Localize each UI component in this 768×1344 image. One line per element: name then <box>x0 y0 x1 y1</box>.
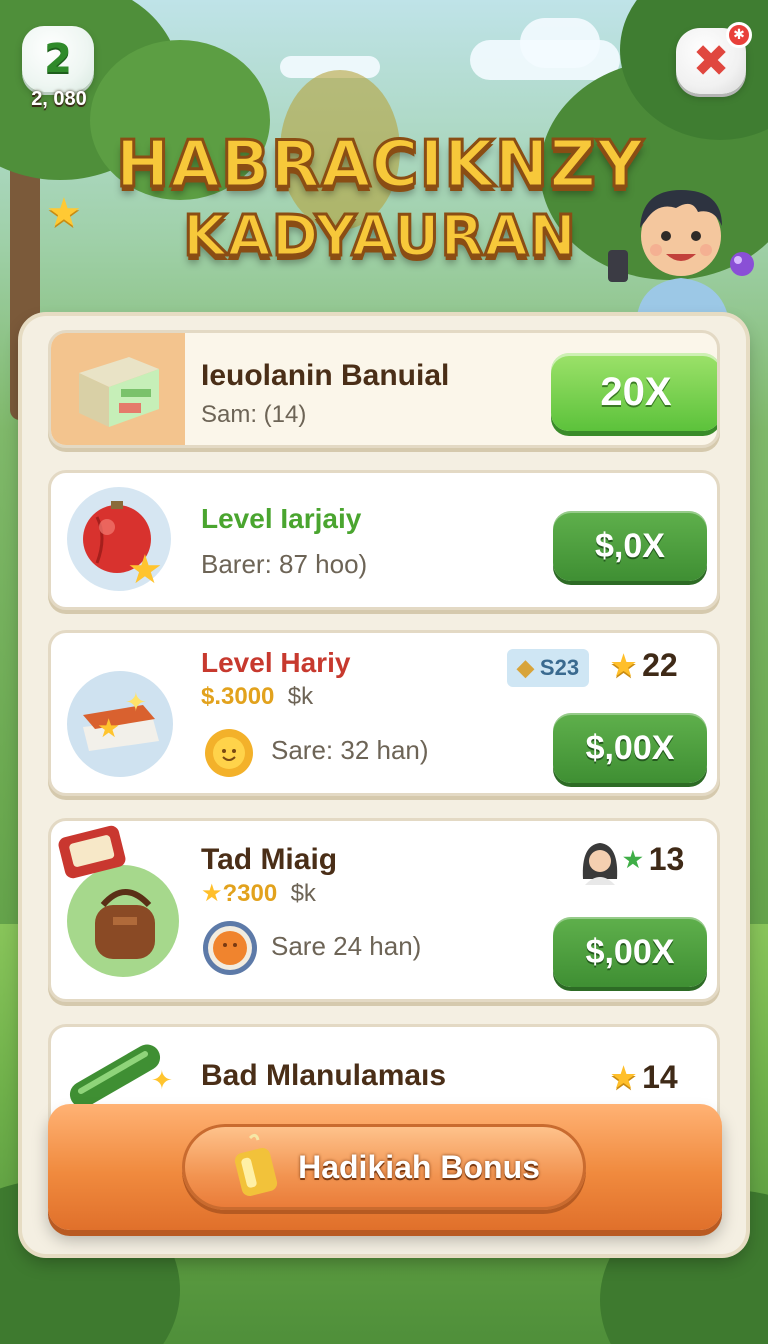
stat-value: 22 <box>642 647 678 683</box>
reward-card-1[interactable]: Ieuolanin Banuial Sam: (14) 20X <box>48 330 720 448</box>
bonus-button[interactable]: Hadikiah Bonus <box>182 1124 586 1210</box>
buy-button[interactable]: $,0X <box>553 511 707 581</box>
avatar <box>582 843 618 885</box>
red-ball-star-icon: ★ <box>67 487 171 593</box>
star-stat: ★ 14 <box>611 1059 678 1096</box>
buy-button[interactable]: 20X <box>551 353 717 431</box>
treasure-box-icon: ★ ✦ <box>67 671 173 777</box>
card-subtitle: Sare: 32 han) <box>271 735 429 765</box>
price-value: ?300 <box>222 880 278 907</box>
reward-card-4[interactable]: Tad Miaig ★?300 $k ★ 13 Sare 24 han) $,0… <box>48 818 720 1002</box>
title-line-2: KADYAURAN <box>182 203 578 271</box>
star-icon: ★ <box>201 880 223 907</box>
star-stat: ★ 13 <box>623 841 684 878</box>
card-subtitle: Sam: (14) <box>201 401 307 428</box>
package-box-icon <box>79 357 159 427</box>
svg-text:✦: ✦ <box>125 688 147 718</box>
coin-count: 2, 080 <box>31 88 87 110</box>
star-icon: ★ <box>611 1062 637 1093</box>
star-icon: ★ <box>611 650 637 681</box>
close-icon: ✖ <box>692 35 730 87</box>
card-subtitle: Sare 24 han) <box>271 931 422 961</box>
level-number: 2 <box>44 36 72 82</box>
level-badge: 2 <box>22 26 94 92</box>
star-icon: ★ <box>46 190 82 236</box>
currency-chip: ◆ S23 <box>507 649 590 687</box>
orange-coin-icon <box>203 921 257 975</box>
sign-board-icon <box>58 825 126 879</box>
card-title: Level Hariy <box>201 647 351 678</box>
card-price: $.3000 $k <box>201 683 313 711</box>
card-subtitle: Barer: 87 hoo) <box>201 549 368 579</box>
svg-text:★: ★ <box>97 714 120 744</box>
svg-text:✦: ✦ <box>151 1066 173 1096</box>
price-suffix: $k <box>287 683 314 710</box>
svg-text:★: ★ <box>127 547 163 591</box>
golden-cup-icon <box>235 1133 278 1197</box>
card-title: Bad Mlanulamaıs <box>201 1059 447 1092</box>
price-suffix: $k <box>290 880 316 907</box>
card-title: Ieuolanin Banuial <box>201 359 450 392</box>
title-line-1: HABRACIKNZY <box>114 127 645 204</box>
buy-button[interactable]: $,00X <box>553 917 707 987</box>
card-title: Level Iarjaiy <box>201 503 362 534</box>
chip-value: S23 <box>539 655 580 680</box>
stat-value: 14 <box>642 1059 678 1095</box>
buy-button[interactable]: $,00X <box>553 713 707 783</box>
reward-card-2[interactable]: ★ Level Iarjaiy Barer: 87 hoo) $,0X <box>48 470 720 610</box>
card-title: Tad Miaig <box>201 843 338 876</box>
star-stat: ★ 22 <box>611 647 678 684</box>
price-value: $.3000 <box>201 683 275 710</box>
stat-value: 13 <box>648 841 685 877</box>
notification-dot: ✱ <box>726 22 752 48</box>
seed-icon: ◆ <box>517 655 534 680</box>
sun-icon <box>205 729 253 777</box>
card-price: ★?300 $k <box>201 879 316 908</box>
character-boy-icon <box>608 190 754 328</box>
reward-card-3[interactable]: ★ ✦ Level Hariy $.3000 $k ◆ S23 ★ 22 Sar… <box>48 630 720 796</box>
star-icon: ★ <box>623 846 643 872</box>
bonus-label: Hadikiah Bonus <box>298 1148 540 1185</box>
